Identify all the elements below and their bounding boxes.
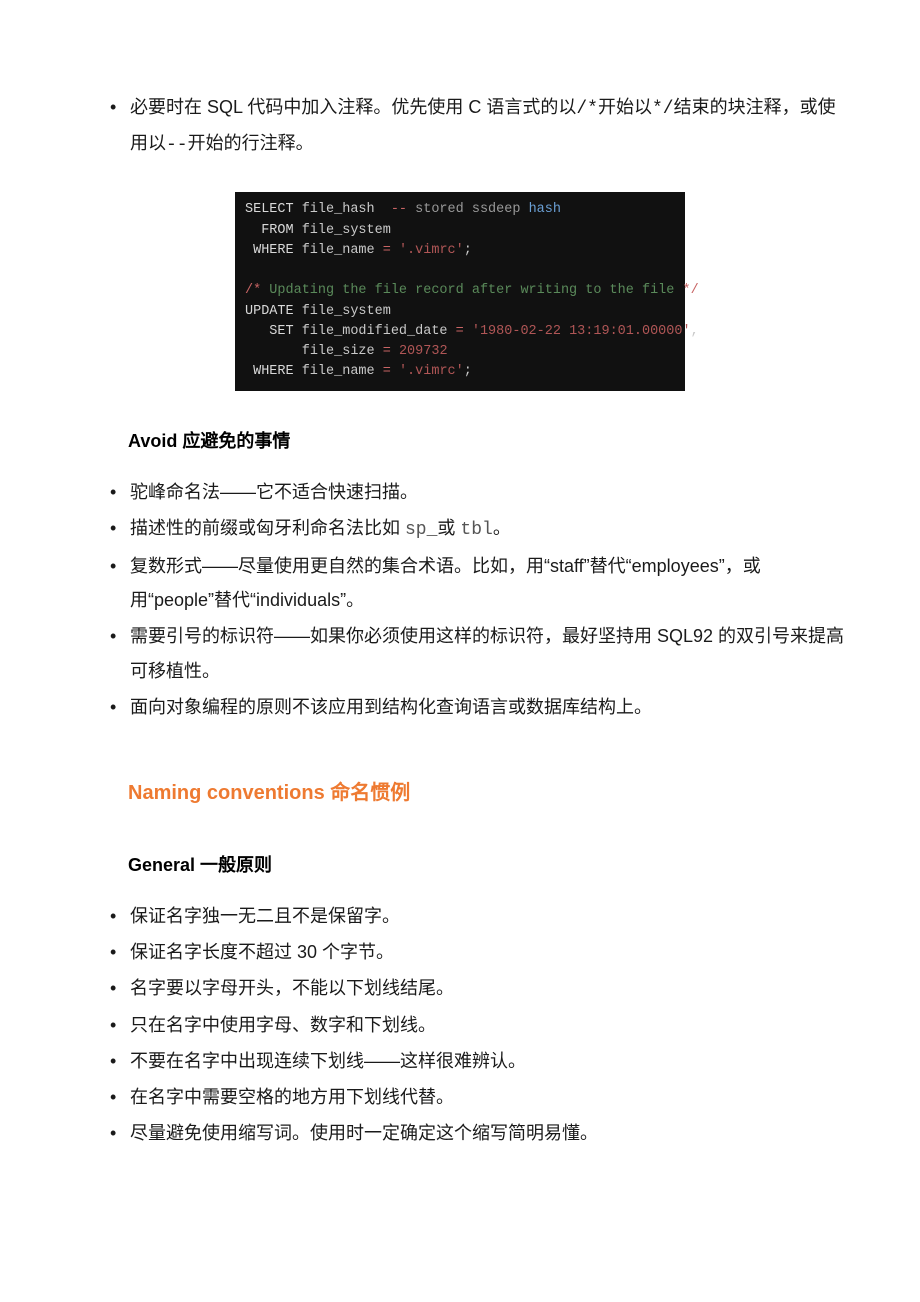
text: 描述性的前缀或匈牙利命名法比如 (130, 518, 405, 538)
code-token: FROM (245, 223, 294, 238)
list-item: 需要引号的标识符——如果你必须使用这样的标识符，最好坚持用 SQL92 的双引号… (130, 619, 850, 687)
code-token: WHERE (245, 243, 294, 258)
sql-code-block: SELECT file_hash -- stored ssdeep hash F… (235, 192, 685, 390)
code-token: file_hash (294, 202, 391, 217)
code-token: SELECT (245, 202, 294, 217)
code-token: /* (245, 283, 261, 298)
text: 或 (437, 518, 460, 538)
document-page: 必要时在 SQL 代码中加入注释。优先使用 C 语言式的以/*开始以*/结束的块… (0, 0, 920, 1240)
code-token: file_modified_date (294, 324, 456, 339)
code-token: */ (682, 283, 698, 298)
text: 开始以 (598, 97, 652, 117)
code-token: file_size (302, 344, 383, 359)
list-item: 不要在名字中出现连续下划线——这样很难辨认。 (130, 1044, 850, 1078)
list-item: 保证名字独一无二且不是保留字。 (130, 899, 850, 933)
inline-code: /* (576, 99, 598, 119)
code-token: ; (464, 243, 472, 258)
code-token: SET (245, 324, 294, 339)
text: 。 (493, 518, 511, 538)
text: 开始的行注释。 (188, 133, 314, 153)
code-token: = (383, 364, 391, 379)
inline-code: */ (652, 99, 674, 119)
inline-code: -- (166, 135, 188, 155)
code-token: hash (529, 202, 561, 217)
inline-code: tbl (460, 520, 492, 540)
avoid-list: 驼峰命名法——它不适合快速扫描。 描述性的前缀或匈牙利命名法比如 sp_或 tb… (70, 475, 850, 724)
code-token: file_system (294, 304, 391, 319)
text: 必要时在 SQL 代码中加入注释。优先使用 C 语言式的以 (130, 97, 576, 117)
naming-conventions-heading: Naming conventions 命名惯例 (70, 776, 850, 805)
code-token: UPDATE (245, 304, 294, 319)
code-token: stored ssdeep (407, 202, 529, 217)
code-token: '.vimrc' (391, 364, 464, 379)
code-token: '1980-02-22 13:19:01.00000' (464, 324, 691, 339)
code-token: = (383, 344, 391, 359)
code-token (245, 344, 302, 359)
code-token: ; (464, 364, 472, 379)
code-token: file_system (294, 223, 391, 238)
list-item: 名字要以字母开头，不能以下划线结尾。 (130, 971, 850, 1005)
code-token: , (691, 324, 699, 339)
list-item: 描述性的前缀或匈牙利命名法比如 sp_或 tbl。 (130, 511, 850, 547)
code-token: -- (391, 202, 407, 217)
code-token: = (456, 324, 464, 339)
list-item: 面向对象编程的原则不该应用到结构化查询语言或数据库结构上。 (130, 690, 850, 724)
list-item: 复数形式——尽量使用更自然的集合术语。比如，用“staff”替代“employe… (130, 549, 850, 617)
list-item: 尽量避免使用缩写词。使用时一定确定这个缩写简明易懂。 (130, 1116, 850, 1150)
list-item: 驼峰命名法——它不适合快速扫描。 (130, 475, 850, 509)
code-token: 209732 (391, 344, 448, 359)
general-list: 保证名字独一无二且不是保留字。 保证名字长度不超过 30 个字节。 名字要以字母… (70, 899, 850, 1150)
code-token: file_name (294, 364, 383, 379)
code-token: Updating the file record after writing t… (261, 283, 682, 298)
inline-code: sp_ (405, 520, 437, 540)
code-token: WHERE (245, 364, 294, 379)
code-token: '.vimrc' (391, 243, 464, 258)
comments-list: 必要时在 SQL 代码中加入注释。优先使用 C 语言式的以/*开始以*/结束的块… (70, 90, 850, 162)
avoid-heading: Avoid 应避免的事情 (70, 427, 850, 453)
general-heading: General 一般原则 (70, 851, 850, 877)
list-item: 在名字中需要空格的地方用下划线代替。 (130, 1080, 850, 1114)
list-item: 必要时在 SQL 代码中加入注释。优先使用 C 语言式的以/*开始以*/结束的块… (130, 90, 850, 162)
list-item: 只在名字中使用字母、数字和下划线。 (130, 1008, 850, 1042)
code-token: file_name (294, 243, 383, 258)
code-token: = (383, 243, 391, 258)
list-item: 保证名字长度不超过 30 个字节。 (130, 935, 850, 969)
